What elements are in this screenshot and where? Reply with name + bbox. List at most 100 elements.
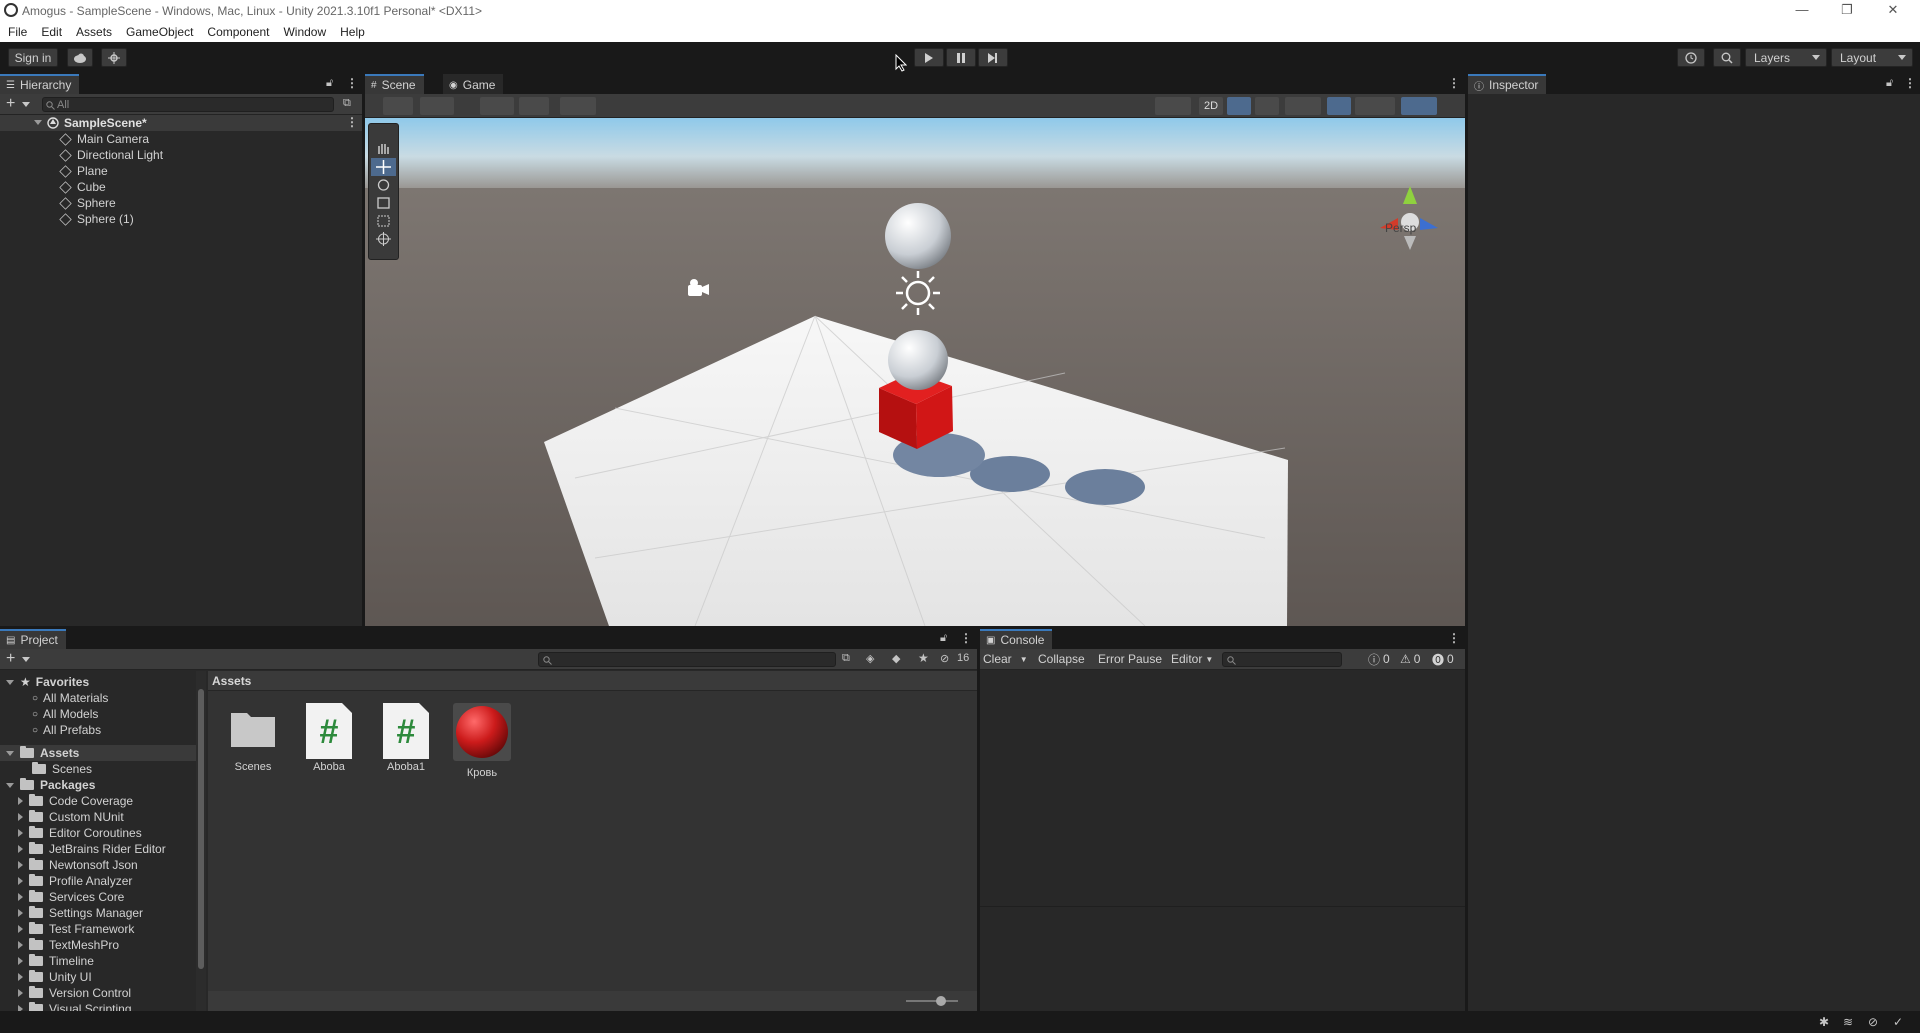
tab-scene[interactable]: # Scene <box>365 74 424 94</box>
hierarchy-item[interactable]: Plane <box>59 163 108 179</box>
toggle-2d-button[interactable]: 2D <box>1199 97 1223 115</box>
maximize-button[interactable]: ❐ <box>1824 2 1870 20</box>
favorites-header[interactable]: ★ Favorites <box>6 674 89 690</box>
tab-game[interactable]: ◉ Game <box>443 74 504 94</box>
package-item[interactable]: JetBrains Rider Editor <box>18 841 166 857</box>
package-item[interactable]: Services Core <box>18 889 124 905</box>
favorite-star-icon[interactable]: ★ <box>918 651 929 665</box>
lock-icon[interactable]: 🔓︎ <box>940 632 947 645</box>
asset-item[interactable]: Scenes <box>221 703 285 773</box>
tab-project[interactable]: ▤ Project <box>0 629 66 649</box>
label-icon[interactable]: ◆ <box>892 652 900 665</box>
package-item[interactable]: Settings Manager <box>18 905 143 921</box>
tab-hierarchy[interactable]: ☰ Hierarchy <box>0 74 80 94</box>
package-item[interactable]: Test Framework <box>18 921 134 937</box>
rect-tool-icon[interactable] <box>371 212 396 230</box>
close-button[interactable]: ✕ <box>1870 2 1916 20</box>
chevron-down-icon[interactable] <box>22 657 30 663</box>
more-options-icon[interactable]: ⋮ <box>1448 76 1460 90</box>
persp-label[interactable]: Persp <box>1385 221 1416 235</box>
layers-dropdown[interactable]: Layers <box>1745 48 1827 67</box>
folder-item[interactable]: Scenes <box>32 761 92 777</box>
package-item[interactable]: Editor Coroutines <box>18 825 142 841</box>
audio-toggle[interactable] <box>1255 97 1279 115</box>
minimize-button[interactable]: — <box>1779 2 1825 20</box>
asset-item[interactable]: # Aboba1 <box>374 703 438 773</box>
transform-tool-icon[interactable] <box>371 230 396 248</box>
lock-icon[interactable]: 🔓︎ <box>1886 77 1893 90</box>
history-button[interactable] <box>1677 48 1705 67</box>
cache-icon[interactable]: ≋ <box>1843 1015 1853 1029</box>
package-item[interactable]: Profile Analyzer <box>18 873 132 889</box>
console-search-input[interactable] <box>1222 652 1342 667</box>
bug-icon[interactable]: ✱ <box>1819 1015 1829 1029</box>
draw-mode-dropdown[interactable] <box>383 97 413 115</box>
menu-file[interactable]: File <box>8 25 27 39</box>
hierarchy-item[interactable]: Directional Light <box>59 147 163 163</box>
pause-button[interactable] <box>946 48 976 67</box>
collapse-button[interactable]: Collapse <box>1038 649 1085 669</box>
tab-console[interactable]: ▣ Console <box>980 629 1053 649</box>
render-mode-dropdown[interactable] <box>1155 97 1191 115</box>
scrollbar-thumb[interactable] <box>198 689 204 969</box>
gizmos-dropdown[interactable] <box>1401 97 1437 115</box>
menu-assets[interactable]: Assets <box>76 25 112 39</box>
step-button[interactable] <box>978 48 1008 67</box>
grid-snapping-dropdown[interactable] <box>480 97 514 115</box>
tab-inspector[interactable]: ⓘ Inspector <box>1468 74 1547 94</box>
hidden-packages-icon[interactable]: ⊘ <box>940 652 949 665</box>
error-filter-toggle[interactable]: ⓿0 <box>1432 649 1454 669</box>
menu-component[interactable]: Component <box>207 25 269 39</box>
hierarchy-item[interactable]: Sphere <box>59 195 116 211</box>
ruler-dropdown[interactable] <box>560 97 596 115</box>
log-filter-toggle[interactable]: ⓘ 0 <box>1368 649 1390 669</box>
hierarchy-item[interactable]: Main Camera <box>59 131 149 147</box>
console-divider[interactable] <box>980 906 1465 907</box>
menu-help[interactable]: Help <box>340 25 365 39</box>
menu-window[interactable]: Window <box>283 25 326 39</box>
assets-folder[interactable]: Assets <box>6 745 79 761</box>
search-by-type-icon[interactable]: ⧉ <box>842 652 850 665</box>
error-pause-button[interactable]: Error Pause <box>1098 649 1162 669</box>
package-item[interactable]: Timeline <box>18 953 94 969</box>
expand-arrow-icon[interactable] <box>34 120 42 125</box>
more-options-icon[interactable]: ⋮ <box>346 76 358 90</box>
effects-dropdown[interactable] <box>1285 97 1321 115</box>
play-button[interactable] <box>914 48 944 67</box>
search-button[interactable] <box>1713 48 1741 67</box>
snap-increment-dropdown[interactable] <box>519 97 549 115</box>
hierarchy-search-input[interactable]: All <box>42 97 334 112</box>
shading-dropdown[interactable] <box>420 97 454 115</box>
hierarchy-item[interactable]: Cube <box>59 179 106 195</box>
cloud-button[interactable] <box>67 48 93 67</box>
slider-thumb[interactable] <box>936 996 946 1006</box>
clear-button[interactable]: Clear ▼ <box>983 649 1028 669</box>
editor-dropdown[interactable]: Editor ▼ <box>1171 649 1213 669</box>
tree-scrollbar[interactable] <box>196 671 206 1011</box>
favorite-item[interactable]: ○ All Models <box>32 706 98 722</box>
favorite-item[interactable]: ○ All Prefabs <box>32 722 101 738</box>
scene-visibility-icon[interactable]: ⧉ <box>343 97 351 110</box>
auto-refresh-icon[interactable]: ⊘ <box>1868 1015 1878 1029</box>
filter-type-icon[interactable]: ◈ <box>866 652 874 665</box>
breadcrumb-assets[interactable]: Assets <box>212 674 251 688</box>
camera-dropdown[interactable] <box>1355 97 1395 115</box>
menu-gameobject[interactable]: GameObject <box>126 25 193 39</box>
add-button[interactable]: + <box>6 95 15 113</box>
favorite-item[interactable]: ○ All Materials <box>32 690 108 706</box>
more-options-icon[interactable]: ⋮ <box>1904 76 1916 90</box>
menu-edit[interactable]: Edit <box>41 25 62 39</box>
add-asset-button[interactable]: + <box>6 650 15 668</box>
scene-row[interactable]: SampleScene* ⋮ <box>0 115 362 131</box>
status-check-icon[interactable]: ✓ <box>1893 1015 1903 1029</box>
rotate-tool-icon[interactable] <box>371 176 396 194</box>
package-item[interactable]: Version Control <box>18 985 131 1001</box>
asset-item[interactable]: # Aboba <box>297 703 361 773</box>
scale-tool-icon[interactable] <box>371 194 396 212</box>
warning-filter-toggle[interactable]: ⚠ 0 <box>1400 649 1420 669</box>
hierarchy-item[interactable]: Sphere (1) <box>59 211 134 227</box>
scene-more-icon[interactable]: ⋮ <box>346 115 358 129</box>
lock-icon[interactable]: 🔓︎ <box>326 77 333 90</box>
project-search-input[interactable] <box>538 652 836 667</box>
layout-dropdown[interactable]: Layout <box>1831 48 1913 67</box>
